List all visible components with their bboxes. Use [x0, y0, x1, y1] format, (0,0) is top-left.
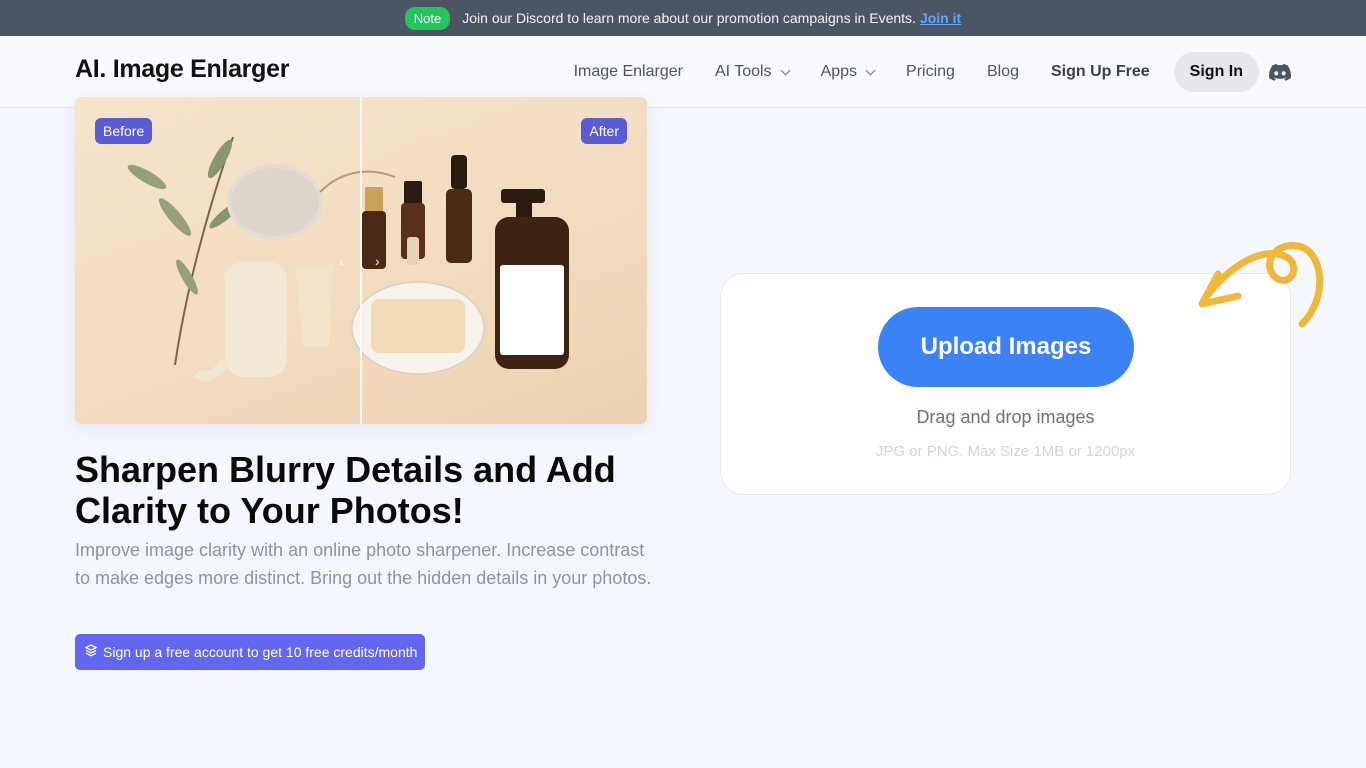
nav-ai-tools[interactable]: AI Tools — [714, 63, 791, 81]
sign-in-button[interactable]: Sign In — [1173, 52, 1259, 92]
announcement-message: Join our Discord to learn more about our… — [462, 10, 916, 26]
curved-arrow-icon — [1198, 242, 1324, 328]
chevron-down-icon — [865, 65, 876, 75]
chevron-left-icon[interactable]: ‹ — [339, 253, 344, 269]
discord-icon[interactable] — [1269, 63, 1291, 81]
comparison-slider-divider[interactable] — [360, 97, 362, 424]
announcement-bar: Note Join our Discord to learn more abou… — [0, 0, 1366, 36]
drag-drop-text: Drag and drop images — [916, 407, 1095, 427]
after-badge: After — [581, 118, 627, 144]
join-discord-link[interactable]: Join it — [920, 10, 961, 26]
nav-blog[interactable]: Blog — [987, 63, 1019, 81]
site-logo[interactable]: AI. Image Enlarger — [75, 55, 289, 84]
nav-blog-label: Blog — [986, 63, 1019, 80]
main-nav: Image Enlarger AI Tools Apps Pricing Blo… — [574, 52, 1291, 92]
hero-headline: Sharpen Blurry Details and Add Clarity t… — [75, 449, 616, 531]
hero-description: Improve image clarity with an online pho… — [75, 540, 652, 588]
chevron-down-icon — [780, 65, 791, 75]
nav-apps[interactable]: Apps — [820, 63, 876, 81]
nav-image-enlarger-label: Image Enlarger — [573, 63, 683, 80]
before-badge: Before — [95, 118, 153, 144]
upload-images-button[interactable]: Upload Images — [878, 307, 1134, 387]
upload-hint: JPG or PNG. Max Size 1MB or 1200px — [875, 443, 1136, 460]
nav-image-enlarger[interactable]: Image Enlarger — [574, 63, 683, 81]
chevron-right-icon[interactable]: › — [375, 253, 380, 269]
free-credits-label: Sign up a free account to get 10 free cr… — [103, 644, 418, 660]
free-credits-button[interactable]: Sign up a free account to get 10 free cr… — [75, 634, 426, 670]
nav-apps-label: Apps — [820, 63, 858, 80]
layers-icon — [84, 644, 98, 660]
sign-up-free-link[interactable]: Sign Up Free — [1051, 63, 1150, 81]
nav-pricing[interactable]: Pricing — [906, 63, 955, 81]
nav-ai-tools-label: AI Tools — [714, 63, 772, 80]
nav-pricing-label: Pricing — [906, 63, 955, 80]
announcement-text: Join our Discord to learn more about our… — [462, 10, 961, 26]
note-badge: Note — [404, 6, 451, 30]
before-after-comparison[interactable]: ‹ › Before After — [75, 97, 647, 424]
